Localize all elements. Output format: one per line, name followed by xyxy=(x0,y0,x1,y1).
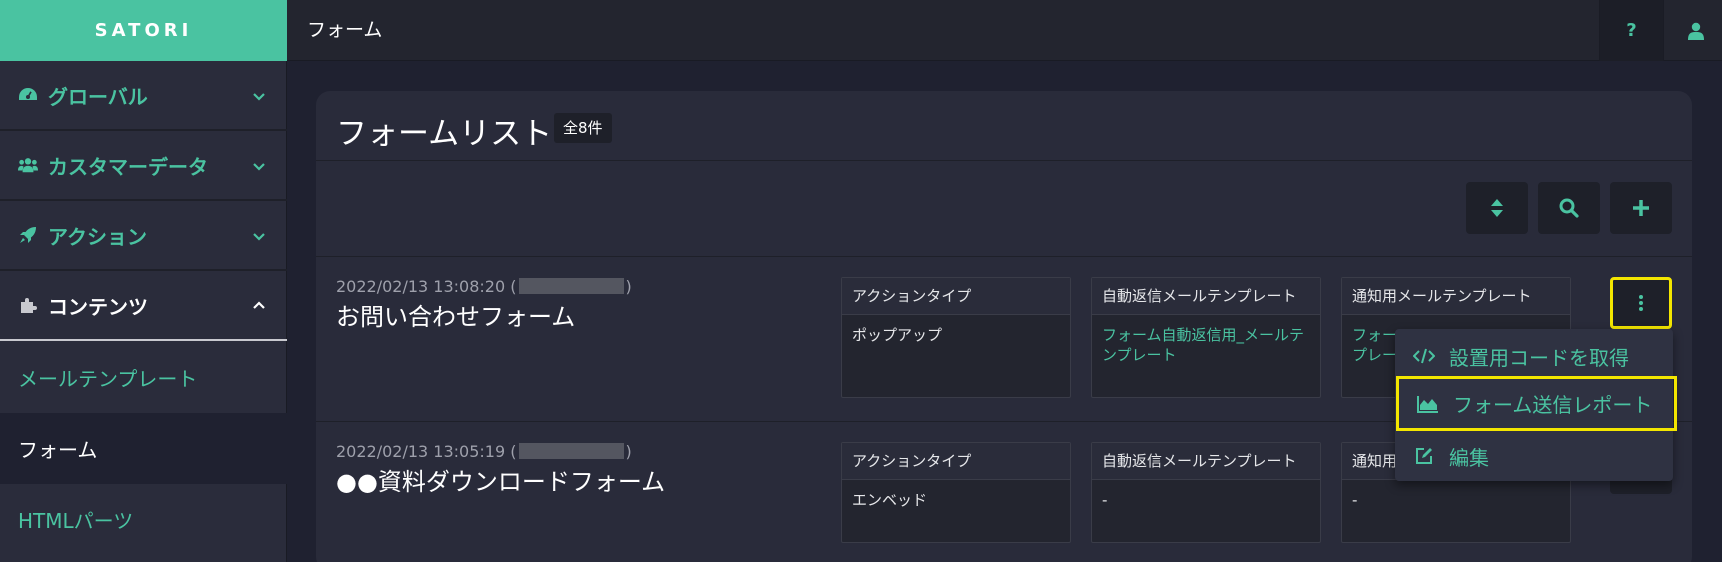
menu-item-edit[interactable]: 編集 xyxy=(1395,431,1673,481)
sidebar-item-contents[interactable]: コンテンツ xyxy=(0,271,287,341)
code-icon xyxy=(1413,345,1435,367)
action-type-cell: アクションタイプ エンベッド xyxy=(841,442,1071,543)
cell-header: アクションタイプ xyxy=(842,278,1070,315)
sort-button[interactable] xyxy=(1466,182,1528,234)
sidebar-item-label: アクション xyxy=(48,224,147,249)
action-type-cell: アクションタイプ ポップアップ xyxy=(841,277,1071,398)
redacted-author xyxy=(518,443,624,459)
cell-header: 自動返信メールテンプレート xyxy=(1092,443,1320,480)
auto-reply-cell: 自動返信メールテンプレート - xyxy=(1091,442,1321,543)
panel-header: フォームリスト 全8件 xyxy=(316,91,1692,161)
auto-reply-cell: 自動返信メールテンプレート フォーム自動返信用_メールテンプレート xyxy=(1091,277,1321,398)
help-button[interactable]: ? xyxy=(1599,0,1663,61)
sidebar-item-action[interactable]: アクション xyxy=(0,201,287,271)
app-root: SATORI フォーム ? グローバル カスタマーデータ アクション コンテンツ… xyxy=(0,0,1722,562)
dashboard-icon xyxy=(18,85,38,105)
cell-header: 通知用メールテンプレート xyxy=(1342,278,1570,315)
sidebar-subitem-label: HTMLパーツ xyxy=(18,509,134,533)
menu-item-get-embed-code[interactable]: 設置用コードを取得 xyxy=(1395,331,1673,381)
puzzle-icon xyxy=(18,295,38,315)
cell-value: - xyxy=(1102,491,1108,509)
search-button[interactable] xyxy=(1538,182,1600,234)
cell-header: 自動返信メールテンプレート xyxy=(1092,278,1320,315)
panel-title: フォームリスト xyxy=(336,116,553,152)
top-bar: フォーム ? xyxy=(287,0,1722,61)
add-form-button[interactable] xyxy=(1610,182,1672,234)
row-action-menu: 設置用コードを取得 フォーム送信レポート 編集 xyxy=(1395,329,1677,481)
menu-item-form-submission-report[interactable]: フォーム送信レポート xyxy=(1396,376,1677,431)
rocket-icon xyxy=(18,225,38,245)
sidebar: グローバル カスタマーデータ アクション コンテンツ メールテンプレート フォー… xyxy=(0,61,287,562)
sidebar-item-label: コンテンツ xyxy=(48,294,148,319)
edit-icon xyxy=(1413,445,1435,467)
sidebar-item-global[interactable]: グローバル xyxy=(0,61,287,131)
row-date: 2022/02/13 13:05:19 () xyxy=(336,442,632,461)
count-badge: 全8件 xyxy=(554,113,612,143)
form-list-panel: フォームリスト 全8件 2022/02/13 13:08:20 () お問い合わ… xyxy=(316,91,1692,562)
sidebar-subitem-mail-template[interactable]: メールテンプレート xyxy=(0,342,287,413)
chevron-up-icon xyxy=(253,301,265,309)
area-chart-icon xyxy=(1417,393,1439,415)
redacted-author xyxy=(518,278,624,294)
user-icon xyxy=(1687,22,1704,40)
cell-value: - xyxy=(1352,491,1358,509)
sidebar-item-label: カスタマーデータ xyxy=(48,154,208,179)
plus-icon xyxy=(1633,200,1649,216)
form-name-link[interactable]: ●●資料ダウンロードフォーム xyxy=(336,462,665,497)
menu-item-label: フォーム送信レポート xyxy=(1453,393,1653,417)
page-title: フォーム xyxy=(307,19,383,41)
users-icon xyxy=(18,155,38,175)
row-date: 2022/02/13 13:08:20 () xyxy=(336,277,632,296)
sidebar-item-label: グローバル xyxy=(48,84,148,109)
row-menu-button[interactable] xyxy=(1610,277,1672,329)
chevron-down-icon xyxy=(253,163,265,171)
row-date-text: 2022/02/13 13:05:19 xyxy=(336,442,506,461)
menu-item-label: 編集 xyxy=(1449,445,1489,470)
menu-item-label: 設置用コードを取得 xyxy=(1449,345,1629,370)
search-icon xyxy=(1559,198,1579,218)
more-vertical-icon xyxy=(1639,295,1643,311)
sort-icon xyxy=(1491,199,1503,217)
sidebar-subitem-label: フォーム xyxy=(18,438,98,462)
sidebar-subitem-label: メールテンプレート xyxy=(18,367,198,391)
cell-value: ポップアップ xyxy=(852,326,943,344)
form-name-link[interactable]: お問い合わせフォーム xyxy=(336,297,575,332)
chevron-down-icon xyxy=(253,93,265,101)
question-icon: ? xyxy=(1626,20,1637,41)
list-toolbar xyxy=(316,162,1692,257)
row-date-text: 2022/02/13 13:08:20 xyxy=(336,277,506,296)
cell-value: エンベッド xyxy=(852,491,928,509)
user-menu-button[interactable] xyxy=(1663,0,1722,61)
cell-header: アクションタイプ xyxy=(842,443,1070,480)
chevron-down-icon xyxy=(253,233,265,241)
auto-reply-template-link[interactable]: フォーム自動返信用_メールテンプレート xyxy=(1092,315,1320,375)
brand-logo[interactable]: SATORI xyxy=(0,0,287,61)
sidebar-item-customer-data[interactable]: カスタマーデータ xyxy=(0,131,287,201)
sidebar-subitem-form[interactable]: フォーム xyxy=(0,413,287,484)
sidebar-subitem-html-parts[interactable]: HTMLパーツ xyxy=(0,484,287,555)
